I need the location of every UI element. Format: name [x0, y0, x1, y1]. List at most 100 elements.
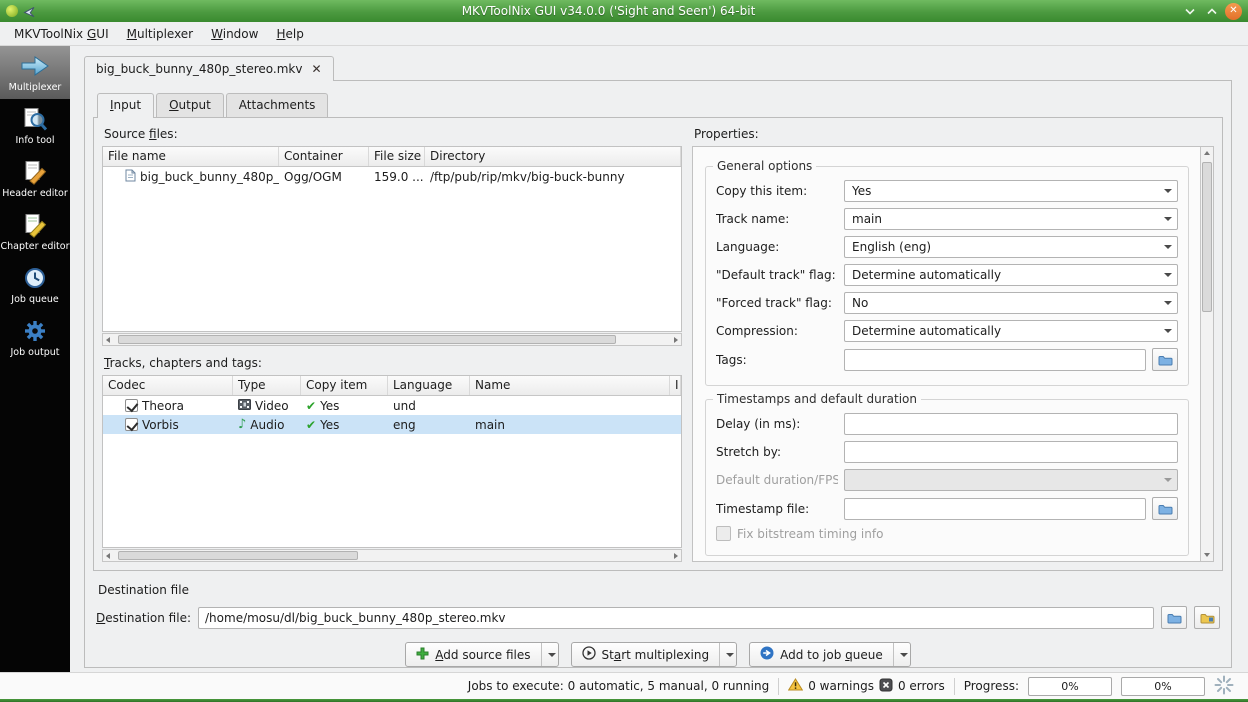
- tab-output[interactable]: Output: [156, 93, 224, 117]
- compression-label: Compression:: [716, 324, 798, 338]
- general-options-title: General options: [713, 159, 817, 173]
- tab-input[interactable]: Input: [97, 93, 155, 118]
- chapter-pencil-icon: [22, 211, 48, 239]
- column-header-copy-item[interactable]: Copy item: [301, 376, 388, 396]
- stretch-by-input[interactable]: [844, 441, 1178, 463]
- sidebar-item-label: Header editor: [2, 188, 68, 199]
- timestamp-file-browse-button[interactable]: [1152, 497, 1178, 520]
- tags-input[interactable]: [844, 348, 1146, 371]
- sidebar-item-header-editor[interactable]: Header editor: [0, 152, 70, 205]
- sidebar-item-label: Job output: [10, 347, 60, 358]
- destination-browse-button[interactable]: [1161, 606, 1187, 629]
- forced-track-flag-select[interactable]: No: [844, 292, 1178, 314]
- column-header-name[interactable]: Name: [470, 376, 670, 396]
- default-track-flag-select[interactable]: Determine automatically: [844, 264, 1178, 286]
- statusbar-separator: [778, 677, 780, 695]
- destination-folder-button[interactable]: [1194, 606, 1220, 629]
- column-header-type[interactable]: Type: [233, 376, 301, 396]
- clock-icon: [22, 264, 48, 292]
- column-header-file-name[interactable]: File name: [103, 147, 279, 166]
- tags-browse-button[interactable]: [1152, 348, 1178, 371]
- menu-window[interactable]: Window: [202, 23, 267, 45]
- destination-row: Destination file:: [93, 606, 1223, 629]
- track-checkbox[interactable]: [125, 418, 138, 432]
- chevron-down-icon: [547, 652, 556, 657]
- language-select[interactable]: English (eng): [844, 236, 1178, 258]
- jobs-status-text: Jobs to execute: 0 automatic, 5 manual, …: [467, 679, 770, 693]
- sidebar-item-multiplexer[interactable]: Multiplexer: [0, 46, 70, 99]
- source-file-row[interactable]: big_buck_bunny_480p_... Ogg/OGM 159.0 ..…: [103, 167, 681, 186]
- add-to-job-queue-button[interactable]: Add to job queue: [749, 642, 911, 667]
- play-icon: [581, 646, 596, 663]
- tracks-hscrollbar[interactable]: [102, 549, 682, 562]
- document-tab-close-icon[interactable]: ✕: [311, 63, 321, 75]
- start-multiplexing-button[interactable]: Start multiplexing: [570, 642, 738, 667]
- magnifier-icon: [22, 105, 48, 133]
- delay-input[interactable]: [844, 413, 1178, 435]
- sidebar-item-job-output[interactable]: Job output: [0, 311, 70, 364]
- track-row-video[interactable]: Theora Video ✔ Yes und: [103, 396, 681, 415]
- scroll-left-icon[interactable]: [106, 553, 110, 560]
- scroll-right-icon[interactable]: [674, 336, 678, 343]
- track-copy-item: Yes: [320, 417, 340, 432]
- fix-bitstream-checkbox: [716, 526, 731, 541]
- chevron-down-icon: [1164, 189, 1172, 193]
- column-header-language[interactable]: Language: [388, 376, 470, 396]
- menu-help[interactable]: Help: [267, 23, 312, 45]
- tags-label: Tags:: [716, 352, 747, 367]
- copy-this-item-select[interactable]: Yes: [844, 180, 1178, 202]
- scrollbar-thumb[interactable]: [1202, 162, 1212, 312]
- sidebar-item-info-tool[interactable]: Info tool: [0, 99, 70, 152]
- column-header-directory[interactable]: Directory: [425, 147, 681, 166]
- scroll-up-icon[interactable]: [1204, 151, 1210, 155]
- column-header-file-size[interactable]: File size: [369, 147, 425, 166]
- menu-multiplexer[interactable]: Multiplexer: [118, 23, 203, 45]
- track-row-audio[interactable]: Vorbis ♪ Audio ✔ Yes eng main: [103, 415, 681, 435]
- column-header-container[interactable]: Container: [279, 147, 369, 166]
- source-files-table: File name Container File size Directory: [102, 146, 682, 332]
- minimize-button[interactable]: [1181, 3, 1198, 20]
- track-checkbox[interactable]: [125, 399, 138, 413]
- sidebar-item-job-queue[interactable]: Job queue: [0, 258, 70, 311]
- sidebar-item-chapter-editor[interactable]: Chapter editor: [0, 205, 70, 258]
- sidebar-item-label: Multiplexer: [8, 82, 62, 93]
- scroll-right-icon[interactable]: [674, 553, 678, 560]
- tracks-header: Codec Type Copy item Language Name I: [103, 376, 681, 397]
- add-source-files-button[interactable]: Add source files: [405, 642, 559, 667]
- warnings-count: 0 warnings: [808, 679, 874, 693]
- properties-vscrollbar[interactable]: [1200, 147, 1213, 561]
- track-name-combo[interactable]: main: [844, 208, 1178, 230]
- timestamp-file-input[interactable]: [844, 497, 1146, 520]
- source-file-container: Ogg/OGM: [284, 169, 342, 184]
- multiplexer-page: Input Output Attachments Source files: F…: [84, 80, 1232, 668]
- source-files-hscrollbar[interactable]: [102, 332, 682, 346]
- pencil-document-icon: [22, 158, 48, 186]
- track-type: Audio: [250, 417, 285, 432]
- scrollbar-thumb[interactable]: [118, 551, 358, 560]
- column-header-codec[interactable]: Codec: [103, 376, 233, 396]
- track-codec: Theora: [142, 398, 184, 413]
- timestamps-group: Timestamps and default duration Delay (i…: [705, 392, 1189, 556]
- close-button[interactable]: ✕: [1225, 2, 1242, 20]
- scroll-down-icon[interactable]: [1204, 553, 1210, 557]
- source-file-size: 159.0 ...: [374, 169, 424, 184]
- sidebar-item-label: Chapter editor: [0, 241, 70, 252]
- properties-label: Properties:: [694, 127, 759, 141]
- chevron-down-icon: [899, 652, 908, 657]
- timestamps-title: Timestamps and default duration: [713, 392, 921, 406]
- maximize-button[interactable]: [1203, 3, 1220, 20]
- titlebar[interactable]: MKVToolNix GUI v34.0.0 ('Sight and Seen'…: [0, 0, 1248, 22]
- document-tab[interactable]: big_buck_bunny_480p_stereo.mkv ✕: [84, 56, 334, 81]
- start-multiplexing-menu-button[interactable]: [719, 643, 736, 666]
- scrollbar-thumb[interactable]: [118, 334, 616, 344]
- compression-select[interactable]: Determine automatically: [844, 320, 1178, 342]
- destination-section-label: Destination file: [98, 583, 189, 597]
- add-to-job-queue-menu-button[interactable]: [892, 643, 910, 666]
- add-source-files-menu-button[interactable]: [540, 643, 558, 666]
- destination-file-input[interactable]: [198, 606, 1154, 629]
- copy-yes-icon: ✔: [306, 398, 317, 413]
- tab-attachments[interactable]: Attachments: [225, 93, 329, 117]
- column-header-id[interactable]: I: [670, 376, 681, 396]
- menu-mkvtoolnix-gui[interactable]: MKVToolNix GUI: [5, 23, 118, 45]
- scroll-left-icon[interactable]: [106, 336, 110, 343]
